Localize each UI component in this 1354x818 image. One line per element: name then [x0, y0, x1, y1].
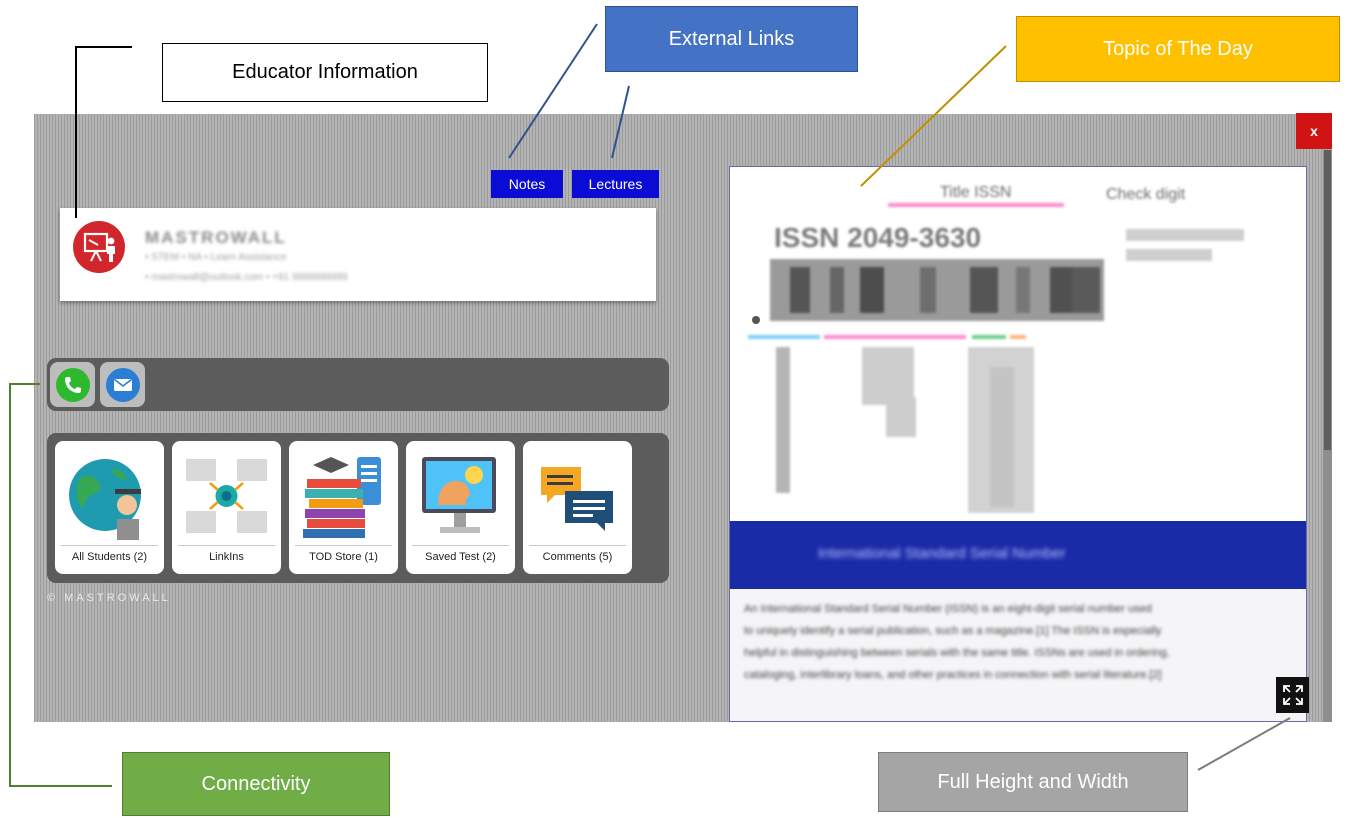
educator-subjects: • STEM • NA • Learn Assistance [145, 252, 287, 263]
tile-label: LinkIns [209, 551, 244, 563]
chat-bubbles-icon [541, 467, 613, 531]
connectivity-bar [47, 358, 669, 411]
scrollbar-thumb[interactable] [1324, 150, 1331, 450]
tile-all-students[interactable]: All Students (2) [55, 441, 164, 574]
educator-card: MASTROWALL • STEM • NA • Learn Assistanc… [60, 208, 656, 301]
article-line: to uniquely identify a serial publicatio… [744, 625, 1162, 637]
tile-label: Saved Test (2) [425, 551, 496, 563]
lectures-link-button[interactable]: Lectures [572, 170, 659, 198]
books-stack-icon [303, 457, 381, 538]
tile-tod-store[interactable]: TOD Store (1) [289, 441, 398, 574]
tile-linkins[interactable]: LinkIns [172, 441, 281, 574]
topic-image-title: Title ISSN [940, 184, 1011, 201]
expand-icon [1282, 685, 1303, 705]
topic-article: An International Standard Serial Number … [730, 589, 1306, 721]
globe-graduate-icon [69, 459, 141, 540]
topic-banner: International Standard Serial Number [730, 521, 1306, 589]
mail-button[interactable] [100, 362, 145, 407]
tile-comments[interactable]: Comments (5) [523, 441, 632, 574]
article-line: helpful in distinguishing between serial… [744, 647, 1170, 659]
topic-issn-number: ISSN 2049-3630 [774, 222, 981, 253]
topic-of-the-day-pane[interactable]: Title ISSN Check digit ISSN 2049-3630 In… [729, 166, 1307, 722]
network-books-icon [186, 459, 267, 533]
topic-banner-title: International Standard Serial Number [818, 545, 1066, 562]
callout-educator-information: Educator Information [162, 43, 488, 102]
phone-button[interactable] [50, 362, 95, 407]
article-line: cataloging, interlibrary loans, and othe… [744, 669, 1162, 681]
tiles-bar: All Students (2) LinkIns TOD Store (1) S… [47, 433, 669, 583]
fullscreen-button[interactable] [1276, 677, 1309, 713]
tile-label: Comments (5) [542, 551, 613, 563]
educator-name: MASTROWALL [145, 228, 287, 247]
callout-connectivity: Connectivity [122, 752, 390, 816]
callout-topic-of-the-day: Topic of The Day [1016, 16, 1340, 82]
tile-label: All Students (2) [71, 551, 148, 563]
article-line: An International Standard Serial Number … [744, 603, 1152, 615]
tile-label: TOD Store (1) [309, 551, 378, 563]
callout-external-links: External Links [605, 6, 858, 72]
phone-icon [55, 367, 90, 402]
copyright-text: © MASTROWALL [47, 592, 171, 604]
teacher-presentation-icon [73, 221, 125, 273]
idea-monitor-icon [422, 457, 496, 533]
topic-image: Title ISSN Check digit ISSN 2049-3630 [748, 184, 1244, 513]
tile-saved-test[interactable]: Saved Test (2) [406, 441, 515, 574]
callout-full-height-width: Full Height and Width [878, 752, 1188, 812]
notes-link-button[interactable]: Notes [491, 170, 563, 198]
close-button[interactable]: x [1296, 113, 1332, 149]
educator-contact: • mastrowall@outlook.com • +91 999999999… [145, 272, 348, 283]
topic-check-digit-label: Check digit [1106, 186, 1186, 203]
mail-icon [105, 367, 140, 402]
